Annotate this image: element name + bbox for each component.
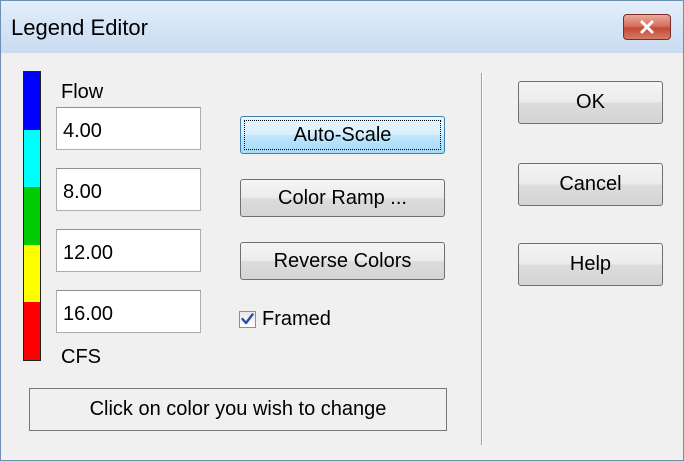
breakpoint-field-2[interactable] <box>56 168 201 211</box>
color-swatch-5[interactable] <box>24 302 40 360</box>
color-ramp-button[interactable]: Color Ramp ... <box>240 179 445 217</box>
hint-text: Click on color you wish to change <box>89 398 387 420</box>
vertical-separator <box>481 73 483 445</box>
framed-checkbox[interactable] <box>239 310 256 328</box>
units-label: CFS <box>61 346 101 368</box>
ok-label: OK <box>576 91 605 113</box>
auto-scale-label: Auto-Scale <box>293 123 392 146</box>
color-ramp <box>23 71 41 361</box>
help-button[interactable]: Help <box>518 243 663 286</box>
ok-button[interactable]: OK <box>518 81 663 124</box>
reverse-colors-label: Reverse Colors <box>273 249 412 272</box>
cancel-label: Cancel <box>559 173 622 195</box>
reverse-colors-button[interactable]: Reverse Colors <box>240 242 445 280</box>
breakpoint-field-4[interactable] <box>56 290 201 333</box>
hint-box: Click on color you wish to change <box>29 388 447 431</box>
framed-checkbox-row[interactable]: Framed <box>239 306 331 332</box>
title-bar[interactable]: Legend Editor <box>1 1 683 53</box>
variable-label: Flow <box>61 81 104 103</box>
auto-scale-button[interactable]: Auto-Scale <box>240 116 445 154</box>
color-ramp-label: Color Ramp ... <box>278 186 407 209</box>
cancel-button[interactable]: Cancel <box>518 163 663 206</box>
color-swatch-4[interactable] <box>24 244 40 303</box>
breakpoint-field-3[interactable] <box>56 229 201 272</box>
framed-label: Framed <box>262 307 331 330</box>
breakpoint-field-1[interactable] <box>56 107 201 150</box>
close-x-icon <box>640 20 654 34</box>
color-swatch-1[interactable] <box>24 72 40 130</box>
close-button[interactable] <box>623 14 671 40</box>
legend-editor-window: Legend Editor Flow CFS Auto-Scale Color … <box>0 0 684 461</box>
checkmark-icon <box>241 313 254 325</box>
color-swatch-2[interactable] <box>24 129 40 188</box>
color-swatch-3[interactable] <box>24 187 40 245</box>
window-title: Legend Editor <box>11 15 148 40</box>
help-label: Help <box>569 253 612 275</box>
